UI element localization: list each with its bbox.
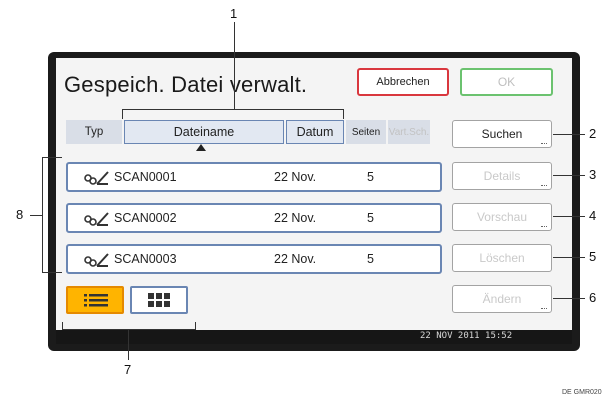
callout-1: 1 [230,6,238,21]
file-date: 22 Nov. [274,252,317,266]
delete-button-label: Löschen [479,251,525,265]
callout-4: 4 [589,208,597,223]
callout-8: 8 [16,207,24,222]
details-button-label: Details [483,169,521,183]
column-header-datum[interactable]: Datum [286,120,344,144]
preview-button-label: Vorschau [476,210,528,224]
more-options-icon [541,224,547,227]
file-name: SCAN0002 [114,211,177,225]
thumbnail-view-button[interactable] [130,286,188,314]
callout-line-2 [553,134,585,135]
callout-line-1 [234,22,235,109]
file-date: 22 Nov. [274,211,317,225]
more-options-icon [541,183,547,186]
file-pages: 5 [367,211,374,225]
file-name: SCAN0003 [114,252,177,266]
more-options-icon [541,141,547,144]
preview-button[interactable]: Vorschau [452,203,552,231]
callout-bracket-8 [42,157,62,273]
change-button[interactable]: Ändern [452,285,552,313]
scan-document-icon [84,171,109,185]
delete-button[interactable]: Löschen [452,244,552,272]
callout-line-7 [128,330,129,360]
scan-document-icon [84,212,109,226]
file-pages: 5 [367,252,374,266]
column-header-dateiname[interactable]: Dateiname [124,120,284,144]
callout-2: 2 [589,126,597,141]
scan-document-icon [84,253,109,267]
list-view-button[interactable] [66,286,124,314]
file-row[interactable]: SCAN0002 22 Nov. 5 [66,203,442,233]
more-options-icon [541,306,547,309]
callout-6: 6 [589,290,597,305]
sort-ascending-arrow-icon [196,144,206,151]
callout-bracket-7 [62,322,196,330]
file-date: 22 Nov. [274,170,317,184]
list-view-icon [84,294,108,307]
page-title: Gespeich. Datei verwalt. [64,72,308,97]
callout-line-4 [553,216,585,217]
file-name: SCAN0001 [114,170,177,184]
callout-3: 3 [589,167,597,182]
callout-5: 5 [589,249,597,264]
column-header-seiten: Seiten [346,120,386,144]
column-header-vartsch: Vart.Sch. [388,120,430,144]
cancel-button[interactable]: Abbrechen [357,68,449,96]
callout-line-3 [553,175,585,176]
callout-line-5 [553,257,585,258]
file-pages: 5 [367,170,374,184]
thumbnail-view-icon [148,293,170,307]
search-button[interactable]: Suchen [452,120,552,148]
column-header-typ: Typ [66,120,122,144]
search-button-label: Suchen [481,127,523,141]
details-button[interactable]: Details [452,162,552,190]
change-button-label: Ändern [482,292,522,306]
image-code: DE GMR020 [562,389,602,396]
file-row[interactable]: SCAN0001 22 Nov. 5 [66,162,442,192]
callout-bracket-1 [122,109,344,119]
callout-line-8 [30,215,42,216]
callout-line-6 [553,298,585,299]
file-row[interactable]: SCAN0003 22 Nov. 5 [66,244,442,274]
callout-7: 7 [124,362,132,377]
datetime-display: 22 NOV 2011 15:52 [420,331,513,341]
ok-button[interactable]: OK [460,68,553,96]
